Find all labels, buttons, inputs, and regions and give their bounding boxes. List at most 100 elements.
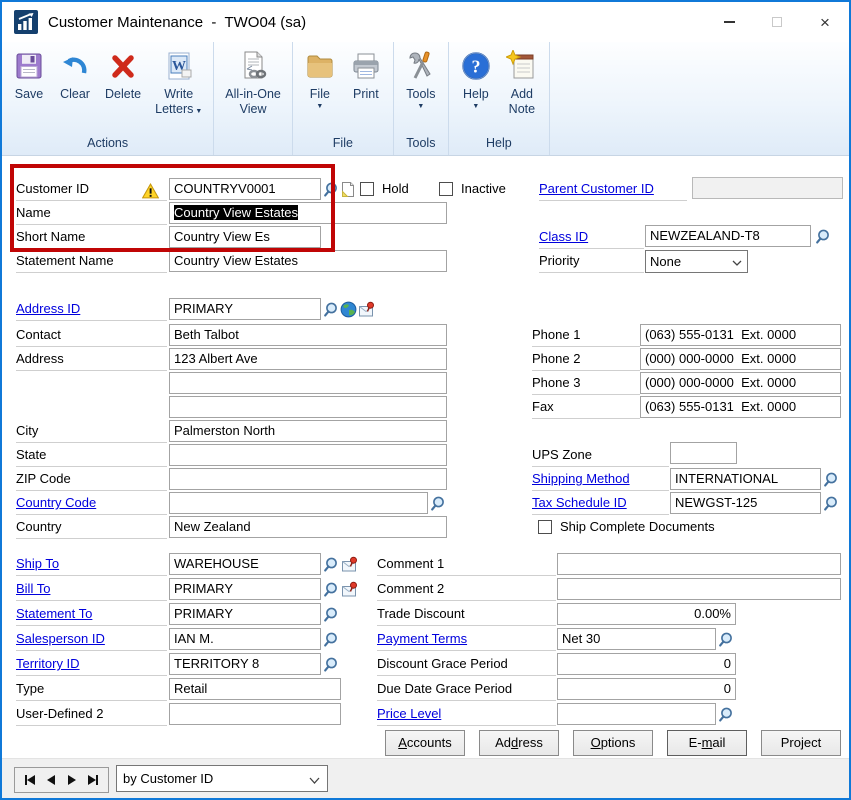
inactive-checkbox[interactable] [439, 182, 453, 196]
tax-schedule-id-lookup-icon[interactable] [822, 493, 840, 513]
ship-to-link[interactable]: Ship To [16, 556, 59, 571]
comment2-field[interactable] [557, 578, 841, 600]
territory-id-link[interactable]: Territory ID [16, 656, 80, 671]
address-id-field[interactable]: PRIMARY [169, 298, 321, 320]
close-icon: × [820, 14, 830, 31]
ship-to-lookup-icon[interactable] [322, 554, 340, 574]
salesperson-id-field[interactable]: IAN M. [169, 628, 321, 650]
salesperson-id-lookup-icon[interactable] [322, 629, 340, 649]
parent-customer-id-link[interactable]: Parent Customer ID [539, 181, 654, 196]
address-line3-field[interactable] [169, 396, 447, 418]
file-menu-button[interactable]: File ▼ [297, 46, 343, 116]
customer-id-lookup-icon[interactable] [322, 179, 340, 199]
phone1-field[interactable]: (063) 555-0131 Ext. 0000 [640, 324, 841, 346]
close-button[interactable]: × [801, 2, 849, 42]
sort-by-dropdown[interactable]: by Customer ID [116, 765, 328, 792]
statement-to-lookup-icon[interactable] [322, 604, 340, 624]
price-level-field[interactable] [557, 703, 716, 725]
salesperson-id-link[interactable]: Salesperson ID [16, 631, 105, 646]
last-record-button[interactable] [88, 768, 98, 792]
shipping-method-label: Shipping Method [532, 468, 669, 491]
maximize-button[interactable] [753, 2, 801, 42]
shipping-method-field[interactable]: INTERNATIONAL [670, 468, 821, 490]
hold-checkbox[interactable] [360, 182, 374, 196]
shipping-method-link[interactable]: Shipping Method [532, 471, 630, 486]
address-id-link[interactable]: Address ID [16, 301, 80, 316]
city-field[interactable]: Palmerston North [169, 420, 447, 442]
payment-terms-field[interactable]: Net 30 [557, 628, 716, 650]
tax-schedule-id-link[interactable]: Tax Schedule ID [532, 495, 627, 510]
all-in-one-view-button[interactable]: All-in-One View [218, 46, 288, 121]
project-button[interactable]: Project [761, 730, 841, 756]
address-line1-field[interactable]: 123 Albert Ave [169, 348, 447, 370]
discount-grace-period-field[interactable]: 0 [557, 653, 736, 675]
territory-id-field[interactable]: TERRITORY 8 [169, 653, 321, 675]
class-id-link[interactable]: Class ID [539, 229, 588, 244]
add-note-button[interactable]: Add Note [499, 46, 545, 121]
trade-discount-field[interactable]: 0.00% [557, 603, 736, 625]
user-defined-2-field[interactable] [169, 703, 341, 725]
due-date-grace-period-field[interactable]: 0 [557, 678, 736, 700]
next-record-button[interactable] [68, 768, 76, 792]
price-level-lookup-icon[interactable] [717, 704, 735, 724]
class-id-field[interactable]: NEWZEALAND-T8 [645, 225, 811, 247]
bill-to-field[interactable]: PRIMARY [169, 578, 321, 600]
bill-to-lookup-icon[interactable] [322, 579, 340, 599]
name-field[interactable]: Country View Estates [169, 202, 447, 224]
class-id-lookup-icon[interactable] [814, 226, 832, 246]
note-icon[interactable] [339, 179, 357, 199]
internet-globe-icon[interactable] [340, 299, 358, 319]
statement-to-link[interactable]: Statement To [16, 606, 92, 621]
ship-complete-documents-checkbox[interactable] [538, 520, 552, 534]
bill-to-map-pin-icon[interactable] [341, 579, 359, 599]
ship-to-field[interactable]: WAREHOUSE [169, 553, 321, 575]
shipping-method-lookup-icon[interactable] [822, 469, 840, 489]
address-button[interactable]: Address [479, 730, 559, 756]
clear-button[interactable]: Clear [52, 46, 98, 106]
ups-zone-field[interactable] [670, 442, 737, 464]
address-line2-field[interactable] [169, 372, 447, 394]
zip-code-field[interactable] [169, 468, 447, 490]
state-label: State [16, 444, 167, 467]
customer-id-field[interactable]: COUNTRYV0001 [169, 178, 321, 200]
contact-field[interactable]: Beth Talbot [169, 324, 447, 346]
delete-button[interactable]: Delete [98, 46, 148, 106]
record-navigation [14, 767, 109, 793]
help-menu-button[interactable]: ? Help ▼ [453, 46, 499, 116]
minimize-button[interactable] [705, 2, 753, 42]
priority-dropdown[interactable]: None [645, 250, 748, 273]
payment-terms-lookup-icon[interactable] [717, 629, 735, 649]
tax-schedule-id-field[interactable]: NEWGST-125 [670, 492, 821, 514]
save-button[interactable]: Save [6, 46, 52, 106]
options-button[interactable]: Options [573, 730, 653, 756]
phone2-field[interactable]: (000) 000-0000 Ext. 0000 [640, 348, 841, 370]
phone3-field[interactable]: (000) 000-0000 Ext. 0000 [640, 372, 841, 394]
toolbar-group-label-allinone [218, 133, 288, 155]
address-id-lookup-icon[interactable] [322, 299, 340, 319]
print-button[interactable]: Print [343, 46, 389, 106]
accounts-button[interactable]: Accounts [385, 730, 465, 756]
price-level-link[interactable]: Price Level [377, 706, 441, 721]
country-code-lookup-icon[interactable] [429, 493, 447, 513]
address-map-pin-icon[interactable] [358, 299, 376, 319]
short-name-field[interactable]: Country View Es [169, 226, 321, 248]
phone1-label: Phone 1 [532, 324, 640, 347]
country-code-field[interactable] [169, 492, 428, 514]
payment-terms-link[interactable]: Payment Terms [377, 631, 467, 646]
tools-menu-button[interactable]: Tools ▼ [398, 46, 444, 116]
write-letters-button[interactable]: W Write Letters [148, 46, 209, 123]
class-id-label: Class ID [539, 226, 644, 249]
fax-field[interactable]: (063) 555-0131 Ext. 0000 [640, 396, 841, 418]
territory-id-lookup-icon[interactable] [322, 654, 340, 674]
payment-terms-label: Payment Terms [377, 628, 556, 651]
state-field[interactable] [169, 444, 447, 466]
email-button[interactable]: E-mail [667, 730, 747, 756]
previous-record-button[interactable] [47, 768, 55, 792]
ship-to-map-pin-icon[interactable] [341, 554, 359, 574]
country-code-link[interactable]: Country Code [16, 495, 96, 510]
comment1-field[interactable] [557, 553, 841, 575]
write-letters-label-line1: Write [164, 87, 193, 102]
first-record-button[interactable] [25, 768, 35, 792]
statement-to-field[interactable]: PRIMARY [169, 603, 321, 625]
bill-to-link[interactable]: Bill To [16, 581, 50, 596]
